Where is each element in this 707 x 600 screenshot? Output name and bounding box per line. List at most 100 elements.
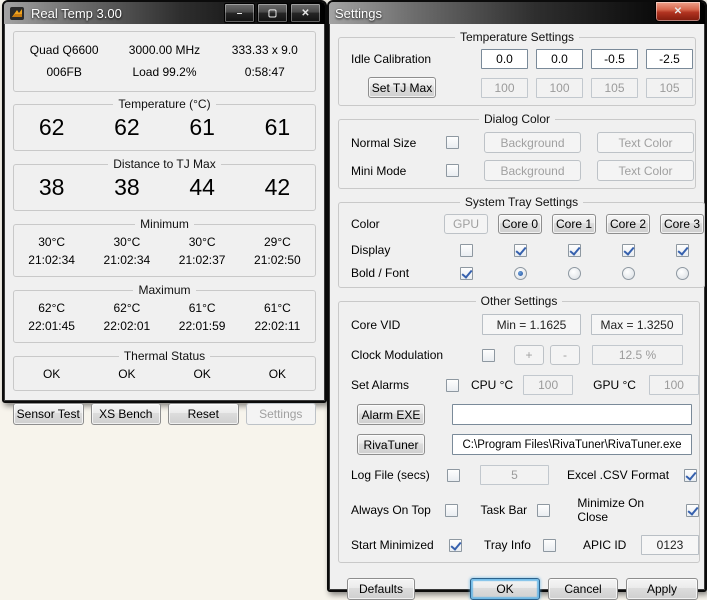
rivatuner-button[interactable]: RivaTuner [357,434,425,455]
temperature-group-title: Temperature (°C) [113,97,215,111]
sensor-test-button[interactable]: Sensor Test [13,403,84,425]
cancel-button[interactable]: Cancel [548,578,618,600]
core0-color-button[interactable]: Core 0 [498,214,542,234]
display-core1-checkbox[interactable] [568,244,581,257]
system-tray-group: System Tray Settings Color GPU Core 0 Co… [338,195,705,288]
realtemp-titlebar[interactable]: Real Temp 3.00 – ▢ ✕ [4,2,325,24]
alarm-exe-button[interactable]: Alarm EXE [357,404,425,425]
set-alarms-checkbox[interactable] [446,379,459,392]
tj-max-core2-field: 105 [591,78,638,98]
core1-temp: 62 [89,111,164,143]
dialog-color-title: Dialog Color [479,112,555,126]
display-gpu-checkbox[interactable] [460,244,473,257]
log-file-checkbox[interactable] [447,469,460,482]
task-bar-checkbox[interactable] [537,504,550,517]
reset-button[interactable]: Reset [168,403,239,425]
other-settings-title: Other Settings [476,294,563,308]
modulation-plus-button: + [514,345,544,365]
temperature-settings-title: Temperature Settings [455,30,579,44]
thermal-status-group: Thermal Status OK OK OK OK [13,349,316,391]
display-core2-checkbox[interactable] [622,244,635,257]
csv-format-checkbox[interactable] [684,469,697,482]
realtemp-app-icon [10,6,25,21]
bold-font-checkbox[interactable] [460,267,473,280]
temperature-settings-group: Temperature Settings Idle Calibration 0.… [338,30,696,106]
set-tj-max-button[interactable]: Set TJ Max [368,77,436,98]
vid-max-field: Max = 1.3250 [591,314,683,335]
always-on-top-checkbox[interactable] [445,504,458,517]
idle-calibration-label: Idle Calibration [351,52,451,66]
idle-calibration-core3-input[interactable]: -2.5 [646,49,693,69]
cpu-frequency: 3000.00 MHz [114,39,214,61]
maximize-button[interactable]: ▢ [257,3,288,23]
core-vid-label: Core VID [351,318,451,332]
min-temp: 29°C [240,233,315,251]
close-icon[interactable]: ✕ [655,1,701,22]
max-time: 22:01:45 [14,317,89,335]
defaults-button[interactable]: Defaults [347,578,415,600]
always-on-top-label: Always On Top [351,503,433,517]
start-minimized-checkbox[interactable] [449,539,462,552]
idle-calibration-core0-input[interactable]: 0.0 [481,49,528,69]
mini-mode-checkbox[interactable] [446,164,459,177]
tj-max-core0-field: 100 [481,78,528,98]
core1-color-button[interactable]: Core 1 [552,214,596,234]
core0-distance: 38 [14,171,89,203]
min-temp: 30°C [14,233,89,251]
core2-color-button[interactable]: Core 2 [606,214,650,234]
realtemp-window: Real Temp 3.00 – ▢ ✕ Quad Q6600 3000.00 … [2,0,327,403]
distance-group: Distance to TJ Max 38 38 44 42 [13,157,316,211]
cpu-alarm-field: 100 [523,375,573,395]
rivatuner-path-input[interactable]: C:\Program Files\RivaTuner\RivaTuner.exe [452,434,692,455]
apply-button[interactable]: Apply [626,578,698,600]
close-button[interactable]: ✕ [290,3,321,23]
core2-distance: 44 [165,171,240,203]
apic-id-label: APIC ID [583,538,629,552]
thermal-status: OK [240,365,315,383]
core2-temp: 61 [165,111,240,143]
normal-text-color-button: Text Color [597,132,694,153]
ok-button[interactable]: OK [470,578,540,600]
alarm-exe-path-input[interactable] [452,404,692,425]
tray-info-label: Tray Info [484,538,534,552]
core1-distance: 38 [89,171,164,203]
font-core2-radio[interactable] [622,267,635,280]
realtemp-window-title: Real Temp 3.00 [31,6,222,21]
max-temp: 62°C [89,299,164,317]
vid-min-field: Min = 1.1625 [482,314,581,335]
display-core3-checkbox[interactable] [676,244,689,257]
tray-info-checkbox[interactable] [543,539,556,552]
gpu-alarm-label: GPU °C [593,378,636,392]
normal-size-checkbox[interactable] [446,136,459,149]
min-time: 21:02:37 [165,251,240,269]
minimum-group: Minimum 30°C 30°C 30°C 29°C 21:02:34 21:… [13,217,316,277]
bold-font-label: Bold / Font [351,266,411,280]
modulation-minus-button: - [550,345,580,365]
cpu-name: Quad Q6600 [14,39,114,61]
temperature-group: Temperature (°C) 62 62 61 61 [13,97,316,151]
min-temp: 30°C [165,233,240,251]
settings-button: Settings [246,403,317,425]
cpu-alarm-label: CPU °C [471,378,513,392]
min-temp: 30°C [89,233,164,251]
minimize-on-close-checkbox[interactable] [686,504,699,517]
thermal-status: OK [89,365,164,383]
font-core1-radio[interactable] [568,267,581,280]
settings-titlebar[interactable]: Settings ✕ [329,2,705,24]
settings-window-title: Settings [335,6,653,21]
max-temp: 61°C [240,299,315,317]
minimize-button[interactable]: – [224,3,255,23]
tray-color-label: Color [351,217,411,231]
max-time: 22:02:11 [240,317,315,335]
xs-bench-button[interactable]: XS Bench [91,403,162,425]
idle-calibration-core1-input[interactable]: 0.0 [536,49,583,69]
max-time: 22:02:01 [89,317,164,335]
display-core0-checkbox[interactable] [514,244,527,257]
cpu-info-panel: Quad Q6600 3000.00 MHz 333.33 x 9.0 006F… [13,31,316,92]
font-core3-radio[interactable] [676,267,689,280]
font-core0-radio[interactable] [514,267,527,280]
idle-calibration-core2-input[interactable]: -0.5 [591,49,638,69]
normal-background-button: Background [484,132,581,153]
core3-color-button[interactable]: Core 3 [660,214,704,234]
clock-modulation-checkbox[interactable] [482,349,495,362]
